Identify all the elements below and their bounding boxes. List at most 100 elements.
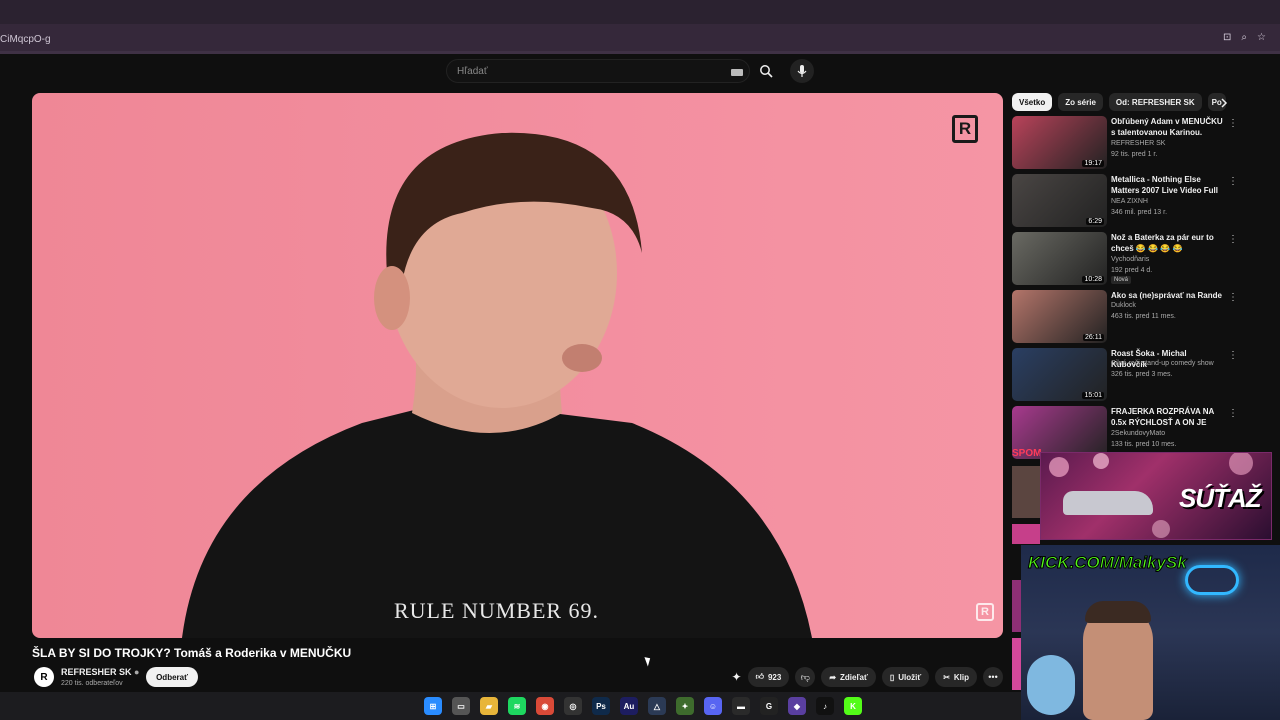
browser-address-bar[interactable]: CiMqcpO-g ⊡ ⌕ ☆ [0,24,1280,54]
shirt-text: RULE NUMBER 69. [394,598,600,623]
recommendation-item[interactable]: 10:28 Nož a Baterka za pár eur to chceš 😂… [1012,232,1242,290]
obs-icon[interactable]: ◎ [564,697,582,715]
more-dots-icon: ••• [988,672,998,682]
like-count: 923 [767,672,782,682]
zoom-icon[interactable]: ⌕ [1241,32,1247,43]
recommendation-channel[interactable]: 2SekundovyMato [1111,430,1165,437]
save-button[interactable]: ▯ Uložiť [881,667,930,687]
recommendation-title[interactable]: Ako sa (ne)správať na Rande [1111,290,1223,301]
task-view-icon[interactable]: ▭ [452,697,470,715]
save-label: Uložiť [898,672,922,682]
recommendation-title[interactable]: Nož a Baterka za pár eur to chceš 😂 😂 😂 … [1111,232,1223,254]
video-thumbnail[interactable]: 19:17 [1012,116,1107,169]
video-duration: 19:17 [1082,160,1104,167]
app-icon[interactable]: ▬ [732,697,750,715]
discord-icon[interactable]: ☺ [704,697,722,715]
video-player[interactable]: RULE NUMBER 69. R R [32,93,1003,638]
recommendation-channel[interactable]: Vychodňaris [1111,256,1149,263]
tiktok-icon[interactable]: ♪ [816,697,834,715]
recommendation-item[interactable]: 6:29 Metallica - Nothing Else Matters 200… [1012,174,1242,232]
video-duration: 26:11 [1083,334,1104,341]
bookmark-star-icon[interactable]: ☆ [1257,32,1266,43]
voice-search-button[interactable] [790,59,814,83]
dislike-button[interactable]: 👎︎ [795,667,816,687]
recommendation-item[interactable]: 19:17 Obľúbený Adam v MENUČKU s talentova… [1012,116,1242,174]
like-button[interactable]: 👍︎ 923 [747,667,790,687]
inkscape-icon[interactable]: △ [648,697,666,715]
clip-button[interactable]: ✂ Klip [935,667,977,687]
more-vert-icon[interactable]: ⋮ [1228,234,1238,245]
watermark-logo-icon[interactable]: R [976,603,994,621]
recommendation-channel[interactable]: NEA ZIXNH [1111,198,1148,205]
recommendation-channel[interactable]: Silné reči stand-up comedy show [1111,360,1214,367]
clip-label: Klip [953,672,969,682]
channel-name-text[interactable]: REFRESHER SK [61,667,132,677]
new-badge: Nová [1111,276,1132,284]
subscribe-button[interactable]: Odberať [146,667,198,687]
recommendation-meta: 463 tis. pred 11 mes. [1111,313,1176,320]
search-icon [760,65,773,78]
channel-row: R REFRESHER SK ● 220 tis. odberateľov Od… [32,664,1003,692]
video-thumbnail[interactable]: 10:28 [1012,232,1107,285]
more-vert-icon[interactable]: ⋮ [1228,350,1238,361]
spotify-icon[interactable]: ≋ [508,697,526,715]
more-vert-icon[interactable]: ⋮ [1228,118,1238,129]
streamer-webcam: KICK.COM/MaikySk [1021,545,1280,720]
subscriber-count: 220 tis. odberateľov [61,680,123,687]
more-vert-icon[interactable]: ⋮ [1228,408,1238,419]
recommendations-list: 19:17 Obľúbený Adam v MENUČKU s talentova… [1012,116,1242,464]
video-duration: 15:01 [1082,392,1104,399]
g-app-icon[interactable]: G [760,697,778,715]
thumbs-up-icon: 👍︎ [755,672,764,681]
youtube-header: Hľadať [0,57,1280,87]
video-thumbnail[interactable]: 15:01 [1012,348,1107,401]
url-text[interactable]: CiMqcpO-g [0,34,51,45]
video-thumbnail[interactable]: 26:11 [1012,290,1107,343]
twitch-like-icon[interactable]: ◆ [788,697,806,715]
kick-url-text: KICK.COM/MaikySk [1028,553,1188,573]
keyboard-icon[interactable] [731,69,743,76]
chips-next-button[interactable] [1216,95,1232,111]
sparkle-icon[interactable]: ✦ [732,670,742,684]
video-duration: 10:28 [1082,276,1104,283]
recommendation-item[interactable]: 26:11 Ako sa (ne)správať na Rande Duklock 4… [1012,290,1242,348]
more-vert-icon[interactable]: ⋮ [1228,176,1238,187]
share-label: Zdieľať [840,672,868,682]
photoshop-icon[interactable]: Ps [592,697,610,715]
recommendation-channel[interactable]: Duklock [1111,302,1136,309]
chip-series[interactable]: Zo série [1058,93,1103,111]
plush-toy [1027,655,1075,715]
chevron-right-icon [1221,98,1228,108]
share-button[interactable]: ➦ Zdieľať [821,667,876,687]
recommendation-title[interactable]: Metallica - Nothing Else Matters 2007 Li… [1111,174,1223,196]
more-actions-button[interactable]: ••• [983,667,1003,687]
video-thumbnail[interactable]: 6:29 [1012,174,1107,227]
channel-name[interactable]: REFRESHER SK ● [61,667,139,677]
video-actions: ✦ 👍︎ 923 👎︎ ➦ Zdieľať ▯ Uložiť ✂ Klip ••… [732,667,1003,687]
chip-all[interactable]: Všetko [1012,93,1053,111]
video-title: ŠLA BY SI DO TROJKY? Tomáš a Roderika v … [32,646,352,660]
install-icon[interactable]: ⊡ [1223,32,1231,43]
search-input[interactable]: Hľadať [446,59,750,83]
refresher-logo-icon: R [952,115,978,143]
search-placeholder: Hľadať [457,66,488,77]
recommendation-meta: 346 mil. pred 13 r. [1111,209,1168,216]
search-button[interactable] [753,59,779,83]
recommendation-channel[interactable]: REFRESHER SK [1111,140,1165,147]
streamer-hair [1085,601,1151,623]
recommendation-title[interactable]: Obľúbený Adam v MENUČKU s talentovanou K… [1111,116,1223,138]
recommendation-title[interactable]: FRAJERKA ROZPRÁVA NA 0.5x RÝCHLOSŤ A ON … [1111,406,1223,428]
channel-avatar[interactable]: R [34,667,54,687]
chrome-icon[interactable]: ◉ [536,697,554,715]
contest-text: SÚŤAŽ [1179,483,1262,513]
file-explorer-icon[interactable]: ▰ [480,697,498,715]
kick-icon[interactable]: K [844,697,862,715]
recommendation-item[interactable]: 15:01 Roast Šoka - Michal Kubovčík Silné r… [1012,348,1242,406]
chip-from-channel[interactable]: Od: REFRESHER SK [1108,93,1202,111]
windows-start-icon[interactable]: ⊞ [424,697,442,715]
utility-icon[interactable]: ✦ [676,697,694,715]
filter-chips: Všetko Zo série Od: REFRESHER SK Po [1012,93,1226,111]
audition-icon[interactable]: Au [620,697,638,715]
video-duration: 6:29 [1086,218,1104,225]
more-vert-icon[interactable]: ⋮ [1228,292,1238,303]
